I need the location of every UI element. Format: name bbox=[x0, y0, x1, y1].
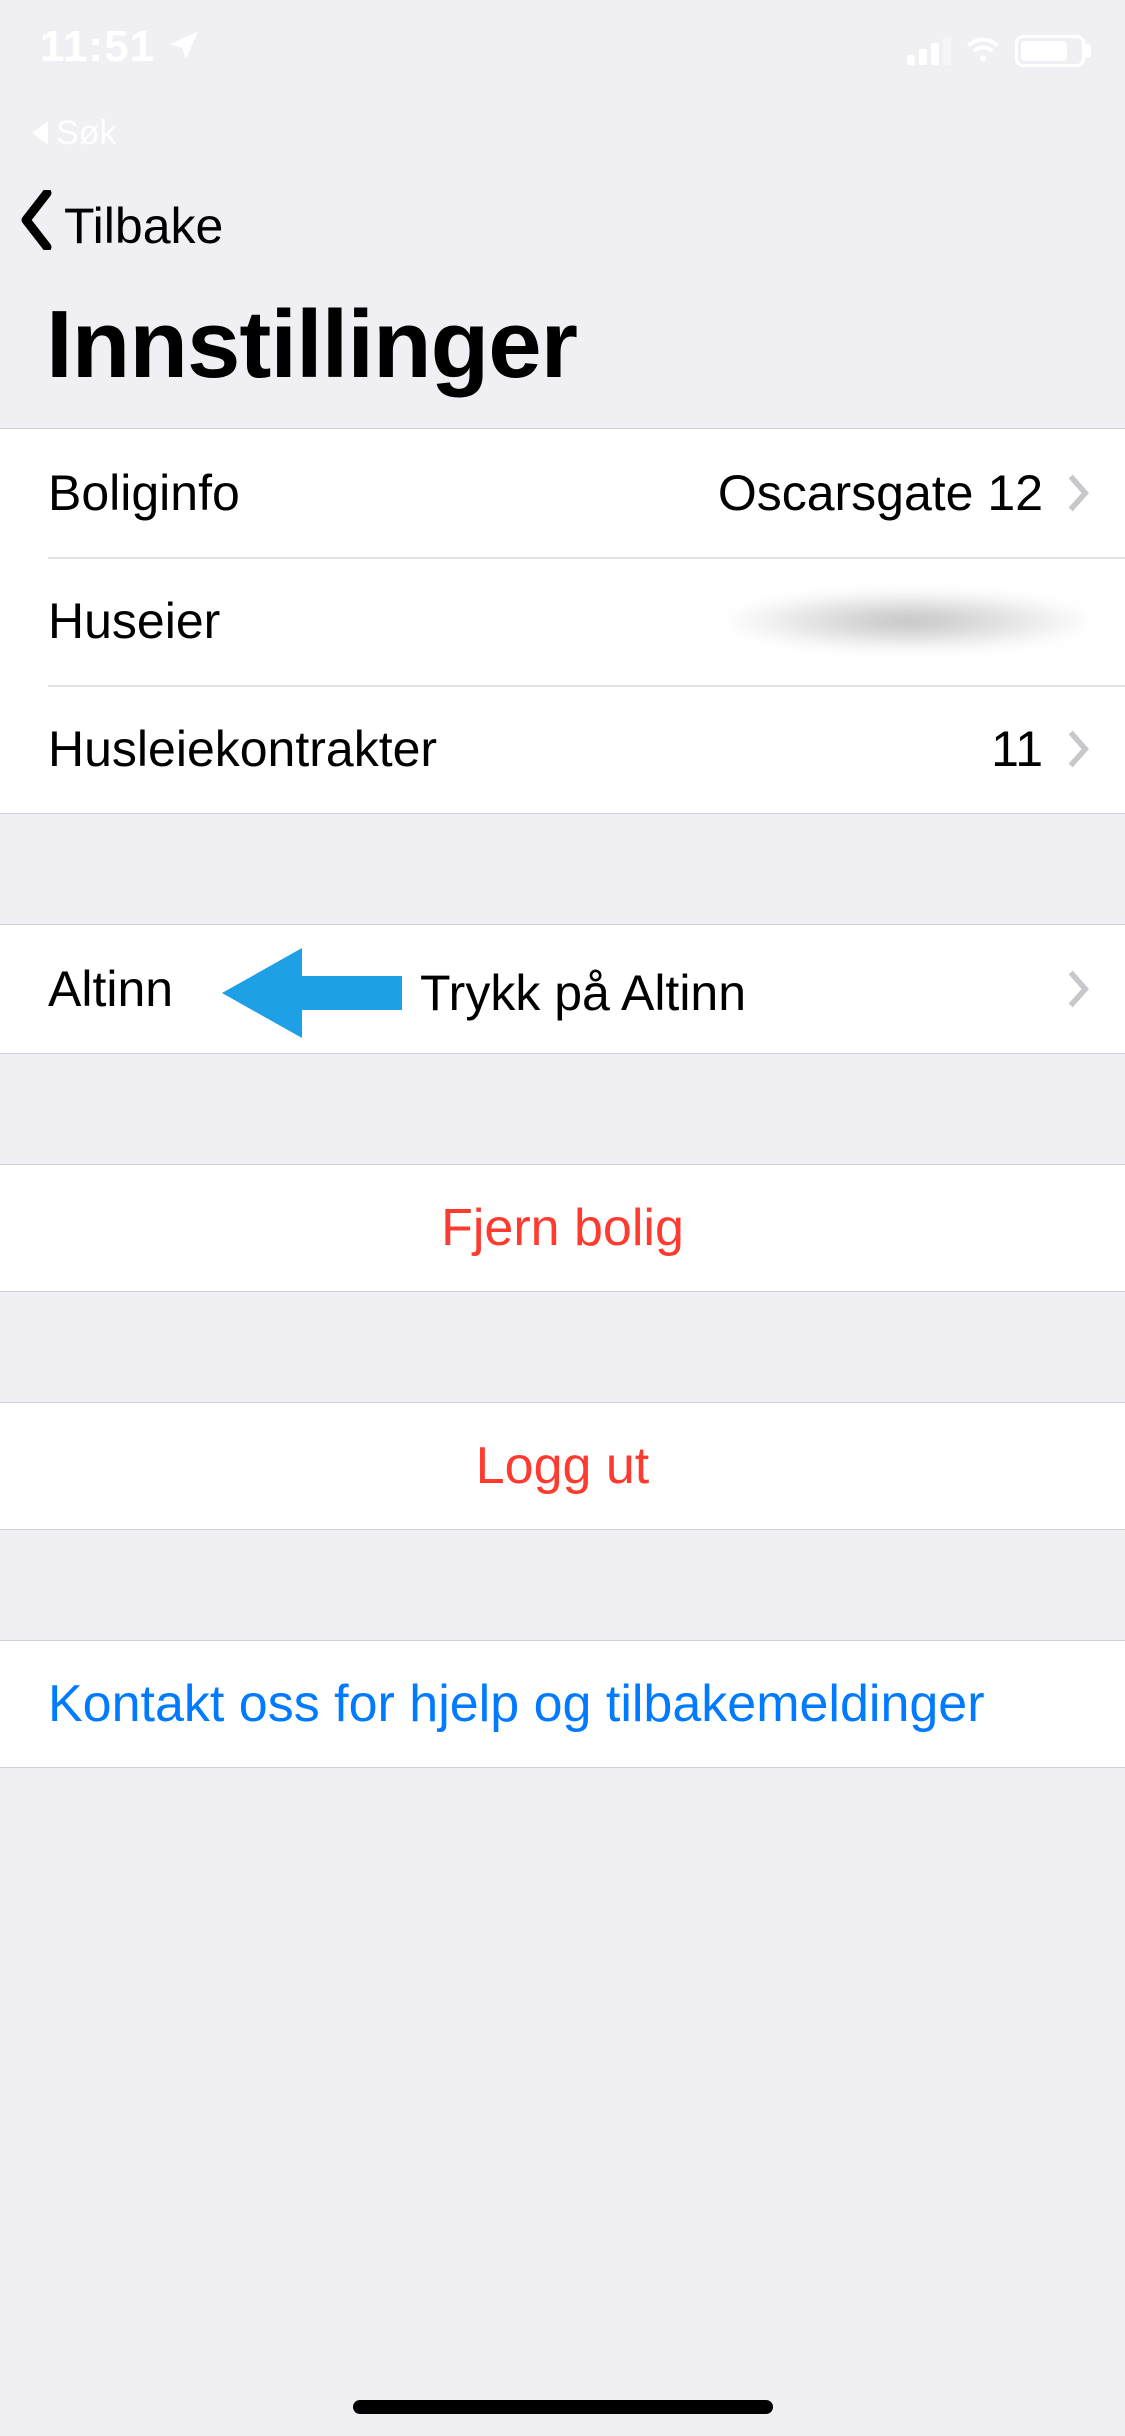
status-time: 11:51 bbox=[40, 22, 201, 72]
back-triangle-icon bbox=[32, 121, 48, 145]
row-husleie-value: 11 bbox=[991, 720, 1043, 778]
battery-icon bbox=[1015, 35, 1085, 67]
location-arrow-icon bbox=[167, 22, 201, 72]
row-huseier-value-redacted bbox=[729, 591, 1089, 651]
section-spacer bbox=[0, 1054, 1125, 1164]
breadcrumb-return-app[interactable]: Søk bbox=[0, 108, 1125, 158]
cellular-signal-icon bbox=[907, 37, 951, 65]
row-altinn[interactable]: Altinn bbox=[0, 925, 1125, 1053]
wifi-icon bbox=[963, 28, 1003, 73]
row-huseier-label: Huseier bbox=[48, 592, 220, 650]
row-boliginfo-label: Boliginfo bbox=[48, 464, 240, 522]
logout-button[interactable]: Logg ut bbox=[0, 1402, 1125, 1530]
status-icons bbox=[907, 28, 1085, 73]
chevron-right-icon bbox=[1067, 730, 1089, 768]
section-spacer bbox=[0, 814, 1125, 924]
row-boliginfo-value: Oscarsgate 12 bbox=[718, 464, 1043, 522]
status-time-text: 11:51 bbox=[40, 22, 155, 72]
section-spacer bbox=[0, 1292, 1125, 1402]
remove-property-button[interactable]: Fjern bolig bbox=[0, 1164, 1125, 1292]
section-spacer bbox=[0, 1530, 1125, 1640]
chevron-left-icon bbox=[18, 190, 58, 262]
chevron-right-icon bbox=[1067, 970, 1089, 1008]
page-title: Innstillinger bbox=[18, 272, 1107, 428]
settings-group-property: Boliginfo Oscarsgate 12 Huseier Husleiek… bbox=[0, 428, 1125, 814]
row-boliginfo[interactable]: Boliginfo Oscarsgate 12 bbox=[0, 429, 1125, 557]
settings-group-altinn: Altinn bbox=[0, 924, 1125, 1054]
row-husleie-label: Husleiekontrakter bbox=[48, 720, 437, 778]
nav-header: Tilbake Innstillinger bbox=[0, 158, 1125, 428]
row-huseier[interactable]: Huseier bbox=[0, 557, 1125, 685]
status-bar: 11:51 bbox=[0, 0, 1125, 108]
breadcrumb-label: Søk bbox=[56, 114, 116, 153]
contact-support-label: Kontakt oss for hjelp og tilbakemeldinge… bbox=[48, 1674, 985, 1734]
home-indicator[interactable] bbox=[353, 2400, 773, 2414]
back-button-label: Tilbake bbox=[64, 197, 223, 255]
logout-label: Logg ut bbox=[476, 1436, 650, 1496]
row-husleiekontrakter[interactable]: Husleiekontrakter 11 bbox=[0, 685, 1125, 813]
back-button[interactable]: Tilbake bbox=[18, 176, 1107, 272]
row-altinn-label: Altinn bbox=[48, 960, 173, 1018]
chevron-right-icon bbox=[1067, 474, 1089, 512]
remove-property-label: Fjern bolig bbox=[441, 1198, 684, 1258]
contact-support-button[interactable]: Kontakt oss for hjelp og tilbakemeldinge… bbox=[0, 1640, 1125, 1768]
